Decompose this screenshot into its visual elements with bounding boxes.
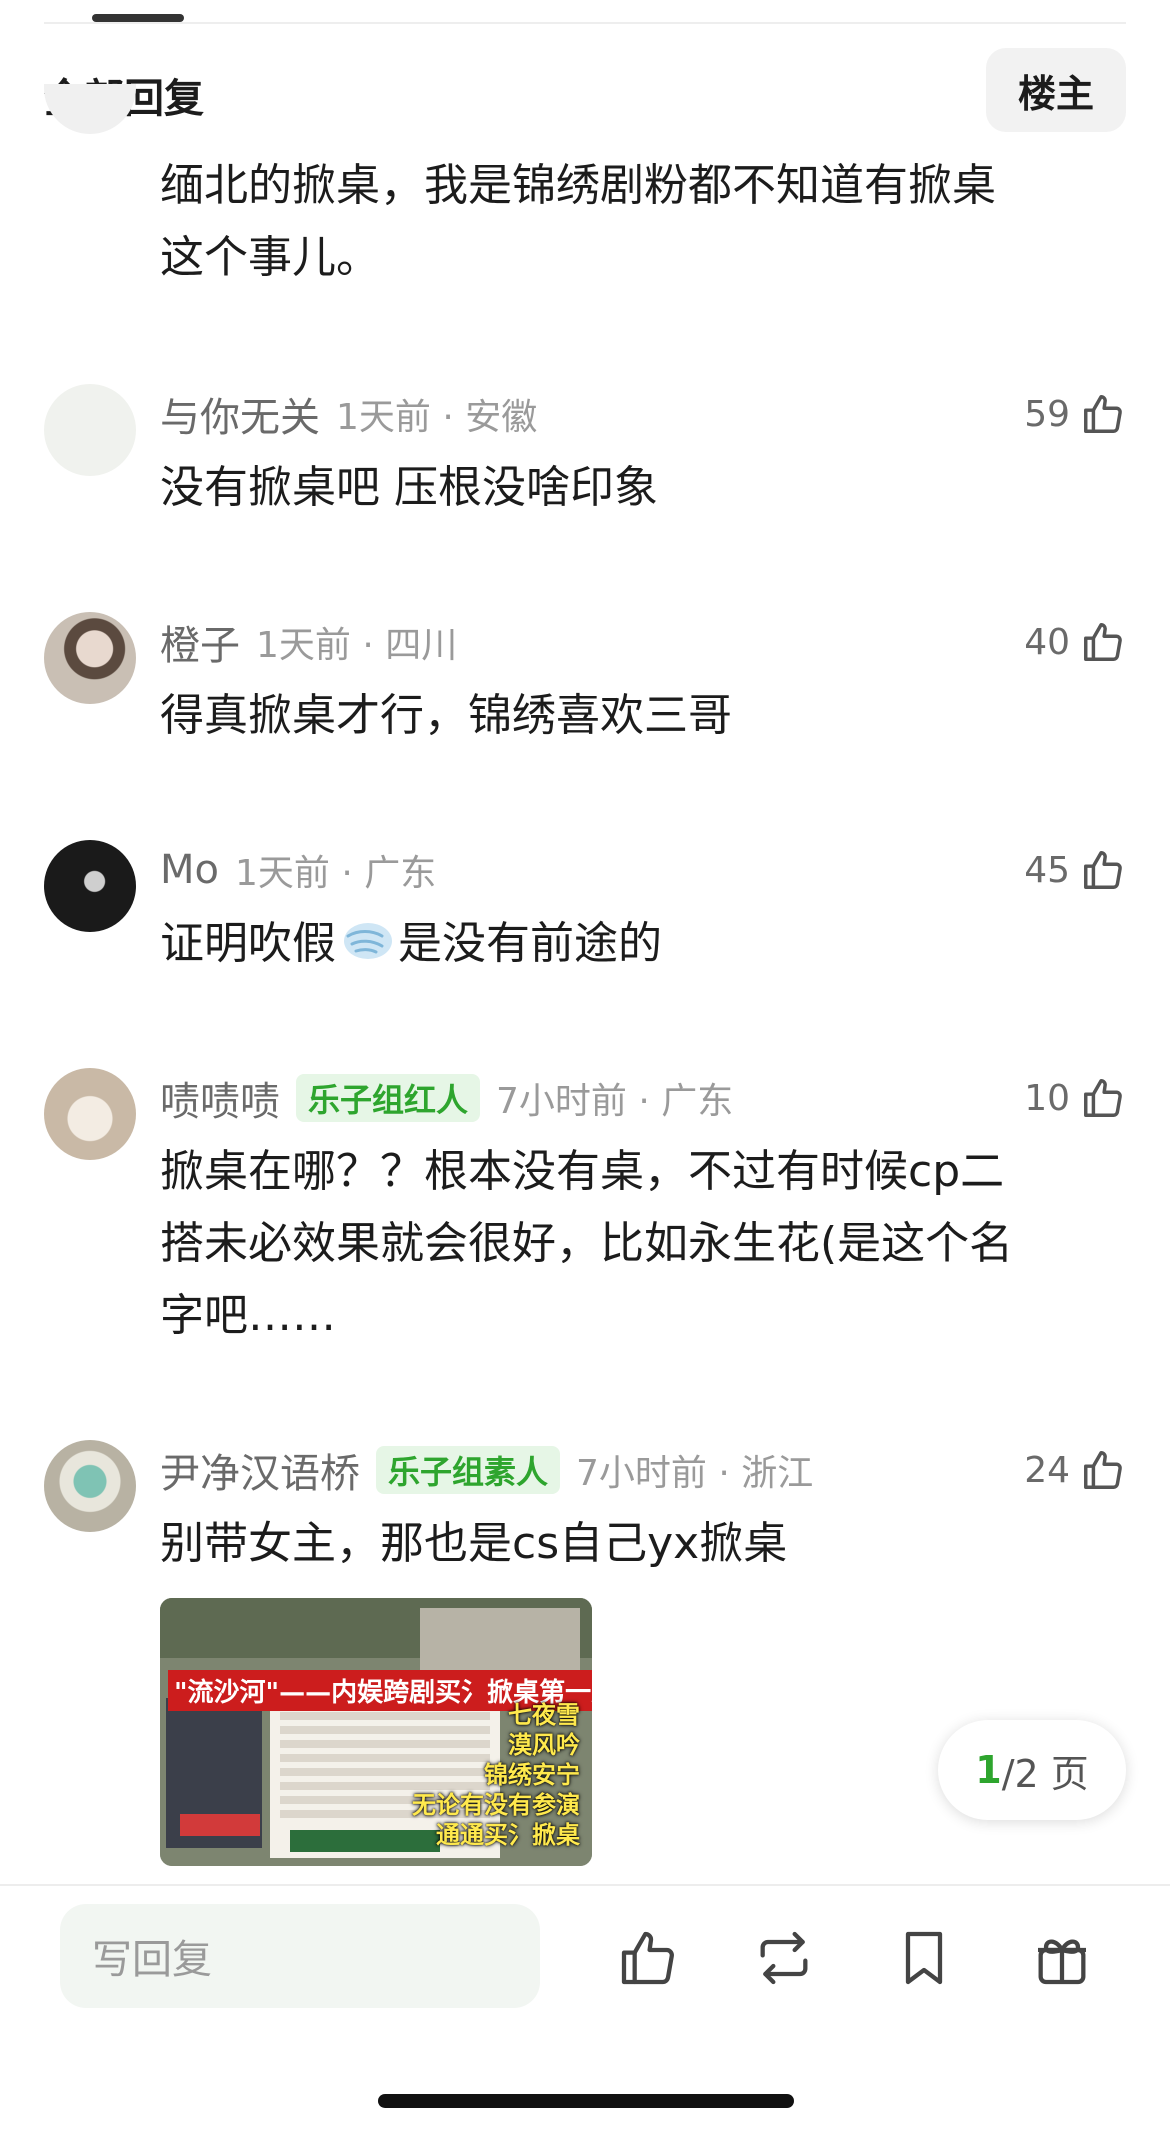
comment-text: 没有掀桌吧 压根没啥印象 bbox=[160, 452, 1120, 524]
time-location: 1天前 · 四川 bbox=[256, 625, 458, 666]
comment-meta: Mo 1天前 · 广东 bbox=[160, 844, 436, 896]
comment-meta: 与你无关 1天前 · 安徽 bbox=[160, 385, 538, 443]
comment-line: 缅北的掀桌，我是锦绣剧粉都不知道有掀桌 bbox=[160, 160, 996, 211]
reply-input[interactable]: 写回复 bbox=[60, 1904, 540, 2008]
comment-text: 掀桌在哪？？根本没有桌，不过有时候cp二 搭未必效果就会很好，比如永生花(是这个… bbox=[160, 1136, 1120, 1352]
comment-line: 掀桌在哪？？根本没有桌，不过有时候cp二 bbox=[160, 1146, 1005, 1197]
like-count: 10 bbox=[1024, 1077, 1070, 1119]
comment-text-part: 证明吹假 bbox=[160, 918, 336, 969]
thumbs-up-icon bbox=[1084, 1079, 1122, 1117]
comment-text: 缅北的掀桌，我是锦绣剧粉都不知道有掀桌 这个事儿。 bbox=[160, 150, 1120, 294]
user-badge[interactable]: 乐子组红人 bbox=[296, 1074, 481, 1122]
comment-line: 这个事儿。 bbox=[160, 232, 380, 283]
username[interactable]: Mo bbox=[160, 847, 219, 893]
thumbs-up-icon bbox=[1084, 395, 1122, 433]
bottom-divider bbox=[0, 1884, 1170, 1886]
reply-placeholder: 写回复 bbox=[92, 1937, 212, 1983]
like-button[interactable]: 24 bbox=[1024, 1444, 1126, 1496]
thumbs-up-icon bbox=[1084, 1451, 1122, 1489]
like-count: 24 bbox=[1024, 1449, 1070, 1491]
comment-page: 全部回复 楼主 缅北的掀桌，我是锦绣剧粉都不知道有掀桌 这个事儿。 与你无关 1… bbox=[0, 0, 1170, 2130]
time-location: 7小时前 · 广东 bbox=[496, 1081, 734, 1122]
comment-line: 得真掀桌才行，锦绣喜欢三哥 bbox=[160, 690, 732, 741]
avatar[interactable] bbox=[44, 612, 136, 704]
wind-emoji-icon bbox=[344, 923, 392, 959]
avatar[interactable] bbox=[44, 384, 136, 476]
comment-line: 没有掀桌吧 压根没啥印象 bbox=[160, 462, 658, 513]
username[interactable]: 与你无关 bbox=[160, 385, 320, 443]
avatar[interactable] bbox=[44, 84, 136, 134]
sheet-handle[interactable] bbox=[92, 14, 184, 22]
current-page: 1 bbox=[975, 1748, 1002, 1792]
comment-meta: 橙子 1天前 · 四川 bbox=[160, 613, 458, 671]
thumbs-up-icon bbox=[1084, 623, 1122, 661]
bookmark-icon[interactable] bbox=[892, 1926, 956, 1990]
comment-meta: 啧啧啧 乐子组红人 7小时前 · 广东 bbox=[160, 1069, 734, 1127]
like-count: 59 bbox=[1024, 393, 1070, 435]
like-button[interactable]: 45 bbox=[1024, 844, 1126, 896]
username[interactable]: 橙子 bbox=[160, 613, 240, 671]
like-button[interactable]: 59 bbox=[1024, 388, 1126, 440]
op-only-button[interactable]: 楼主 bbox=[986, 48, 1126, 132]
comment-text-part: 是没有前途的 bbox=[398, 918, 662, 969]
comment-image[interactable]: "流沙河"——内娱跨剧买氵掀桌第一人 七夜雪 漠风吟 锦绣安宁 无论有没有参演 … bbox=[160, 1598, 592, 1866]
comment-line: 搭未必效果就会很好，比如永生花(是这个名 bbox=[160, 1218, 1014, 1269]
time-location: 1天前 · 安徽 bbox=[336, 397, 538, 438]
avatar[interactable] bbox=[44, 1068, 136, 1160]
page-indicator[interactable]: 1/2 页 bbox=[938, 1720, 1126, 1820]
time-location: 1天前 · 广东 bbox=[234, 853, 437, 894]
comment-line: 别带女主，那也是cs自己yx掀桌 bbox=[160, 1518, 788, 1569]
avatar[interactable] bbox=[44, 840, 136, 932]
repost-icon[interactable] bbox=[752, 1926, 816, 1990]
time-location: 7小时前 · 浙江 bbox=[576, 1453, 814, 1494]
like-icon[interactable] bbox=[616, 1926, 680, 1990]
home-indicator bbox=[378, 2094, 794, 2108]
comment-text: 证明吹假 是没有前途的 bbox=[160, 908, 1120, 980]
top-divider bbox=[44, 22, 1126, 24]
username[interactable]: 啧啧啧 bbox=[160, 1069, 280, 1127]
comment-meta: 尹净汉语桥 乐子组素人 7小时前 · 浙江 bbox=[160, 1441, 814, 1499]
like-button[interactable]: 40 bbox=[1024, 616, 1126, 668]
image-caption: 七夜雪 漠风吟 锦绣安宁 无论有没有参演 通通买氵掀桌 bbox=[412, 1701, 580, 1849]
comment-text: 得真掀桌才行，锦绣喜欢三哥 bbox=[160, 680, 1120, 752]
like-button[interactable]: 10 bbox=[1024, 1072, 1126, 1124]
avatar[interactable] bbox=[44, 1440, 136, 1532]
gift-icon[interactable] bbox=[1030, 1926, 1094, 1990]
comment-line: 字吧…… bbox=[160, 1290, 336, 1341]
like-count: 40 bbox=[1024, 621, 1070, 663]
comment-text: 别带女主，那也是cs自己yx掀桌 bbox=[160, 1508, 1120, 1580]
username[interactable]: 尹净汉语桥 bbox=[160, 1441, 360, 1499]
total-pages: /2 页 bbox=[1001, 1751, 1089, 1796]
like-count: 45 bbox=[1024, 849, 1070, 891]
thumbs-up-icon bbox=[1084, 851, 1122, 889]
user-badge[interactable]: 乐子组素人 bbox=[376, 1446, 561, 1494]
